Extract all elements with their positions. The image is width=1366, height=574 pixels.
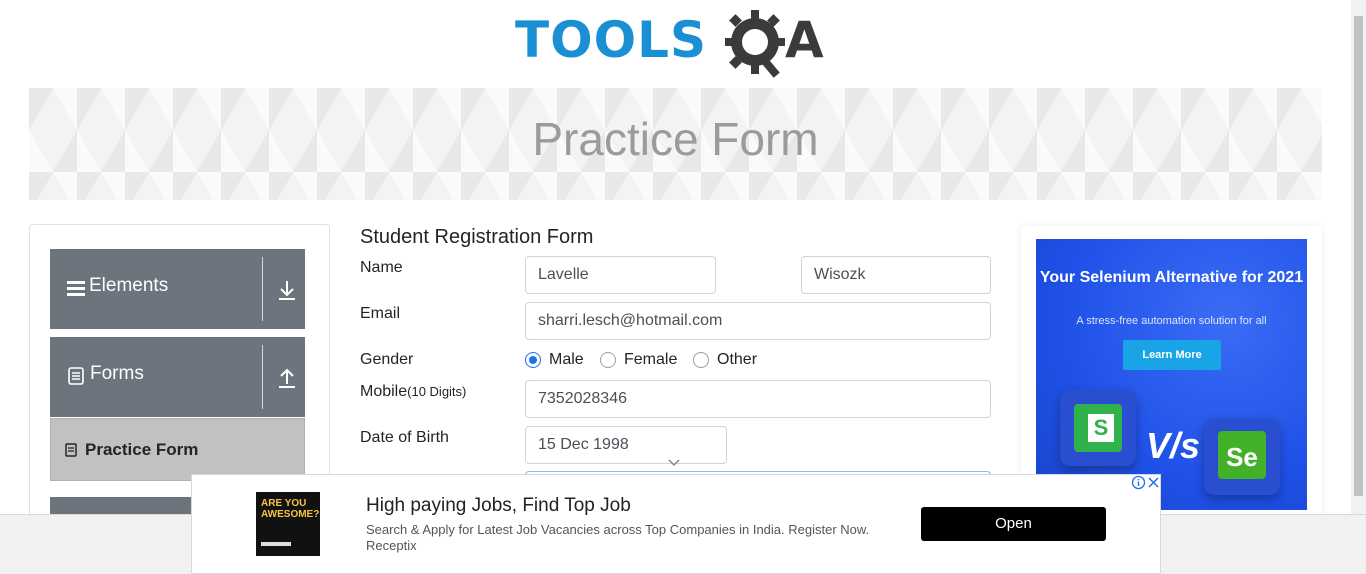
gender-option-label: Female [624, 351, 678, 368]
gender-other-option[interactable]: Other [693, 350, 757, 370]
last-name-input[interactable]: Wisozk [801, 256, 991, 294]
open-button[interactable]: Open [921, 507, 1106, 541]
gender-label: Gender [360, 351, 414, 368]
logo-tools-text: TOOLS [515, 11, 707, 69]
tile-letter: Se [1218, 431, 1266, 479]
page: TOOLS A Practice Form Elements Forms Pra… [0, 0, 1366, 574]
ad-thumbnail: ARE YOU AWESOME? [256, 492, 320, 556]
sidebar-group-elements[interactable]: Elements [50, 249, 305, 329]
sidebar-group-forms[interactable]: Forms [50, 337, 305, 417]
ad-thumbnail-text: ARE YOU AWESOME? [261, 498, 320, 520]
chevron-down-icon [668, 459, 680, 467]
mobile-label: Mobile(10 Digits) [360, 383, 466, 401]
ad-description: Search & Apply for Latest Job Vacancies … [366, 522, 870, 537]
gender-male-option[interactable]: Male [525, 350, 584, 370]
ad-brand: Receptix [366, 538, 417, 553]
testsigma-logo-tile: S [1060, 390, 1136, 466]
ad-title[interactable]: High paying Jobs, Find Top Job [366, 495, 631, 517]
first-name-input[interactable]: Lavelle [525, 256, 716, 294]
selenium-logo-tile: Se [1204, 419, 1280, 495]
sidebar-item-label: Practice Form [85, 440, 199, 459]
ad-controls [1131, 475, 1161, 491]
bottom-ad[interactable]: ARE YOU AWESOME? High paying Jobs, Find … [191, 474, 1161, 574]
mobile-input[interactable]: 7352028346 [525, 380, 991, 418]
gender-option-label: Other [717, 351, 758, 368]
thumbnail-bar [261, 542, 291, 546]
page-banner: Practice Form [29, 88, 1322, 200]
sidebar-group-label: Elements [89, 275, 169, 296]
radio-button[interactable] [600, 352, 616, 368]
radio-button[interactable] [693, 352, 709, 368]
email-field[interactable]: sharri.lesch@hotmail.com [525, 302, 991, 340]
gender-female-option[interactable]: Female [600, 350, 677, 370]
tile-inner: S [1074, 404, 1122, 452]
form-title: Student Registration Form [360, 226, 594, 248]
download-arrow-icon[interactable] [277, 279, 297, 301]
mobile-label-text: Mobile [360, 383, 408, 400]
sidebar-group-label: Forms [90, 363, 144, 384]
dob-label: Date of Birth [360, 429, 449, 446]
selenium-alternative-ad[interactable]: Your Selenium Alternative for 2021 A str… [1036, 239, 1307, 510]
page-title: Practice Form [532, 113, 819, 165]
email-label: Email [360, 305, 401, 322]
ad-subline: A stress-free automation solution for al… [1076, 315, 1267, 327]
document-icon [68, 367, 84, 385]
close-icon[interactable] [1146, 475, 1161, 490]
toolsqa-logo[interactable]: TOOLS A [515, 4, 840, 80]
radio-button-checked[interactable] [525, 352, 541, 368]
divider [262, 345, 263, 409]
form-icon [65, 443, 77, 457]
info-icon[interactable] [1131, 475, 1146, 490]
scrollbar-thumb[interactable] [1354, 16, 1363, 496]
tile-letter: S [1088, 414, 1114, 442]
mobile-hint: (10 Digits) [407, 384, 467, 399]
gender-option-label: Male [549, 351, 584, 368]
date-of-birth-input[interactable]: 15 Dec 1998 [525, 426, 727, 464]
learn-more-button[interactable]: Learn More [1123, 340, 1221, 370]
sidebar-item-practice-form[interactable]: Practice Form [50, 418, 305, 481]
upload-arrow-icon[interactable] [277, 367, 297, 389]
logo-a-text: A [785, 11, 824, 69]
ad-headline: Your Selenium Alternative for 2021 [1039, 269, 1304, 286]
hamburger-icon [67, 281, 85, 296]
name-label: Name [360, 259, 403, 276]
divider [262, 257, 263, 321]
versus-text: V/s [1146, 425, 1201, 466]
